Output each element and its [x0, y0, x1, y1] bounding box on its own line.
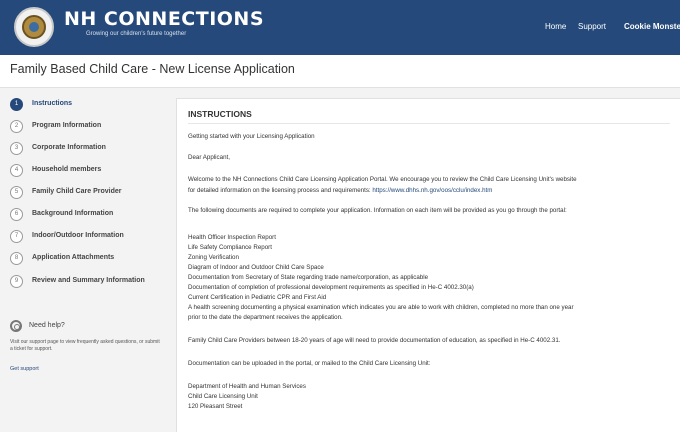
step-number-badge: 4: [10, 164, 23, 177]
panel-heading: INSTRUCTIONS: [188, 109, 252, 119]
documents-intro-text: The following documents are required to …: [188, 207, 567, 214]
nav-home-link[interactable]: Home: [545, 22, 566, 31]
providers-note-text: Family Child Care Providers between 18-2…: [188, 337, 561, 344]
address-line: Child Care Licensing Unit: [188, 393, 258, 400]
step-number-badge: 2: [10, 120, 23, 133]
brand-title: NH CONNECTIONS: [64, 8, 265, 30]
user-menu[interactable]: Cookie Monster: [624, 22, 680, 31]
brand-tagline: Growing our children's future together: [86, 31, 187, 37]
step-label: Household members: [32, 166, 102, 173]
step-number-badge: 9: [10, 275, 23, 288]
upload-note-text: Documentation can be uploaded in the por…: [188, 360, 431, 367]
get-support-link[interactable]: Get support: [10, 366, 39, 372]
lifebuoy-icon: [10, 320, 22, 332]
page-title: Family Based Child Care - New License Ap…: [10, 62, 295, 76]
getting-started-text: Getting started with your Licensing Appl…: [188, 133, 315, 140]
document-item: Life Safety Compliance Report: [188, 244, 272, 251]
step-number-badge: 5: [10, 186, 23, 199]
state-seal-logo[interactable]: [14, 7, 54, 47]
step-label: Review and Summary Information: [32, 277, 145, 284]
cclu-website-link[interactable]: https://www.dhhs.nh.gov/oos/cclu/index.h…: [372, 187, 492, 194]
help-text: Visit our support page to view frequentl…: [10, 339, 160, 352]
document-item: Current Certification in Pediatric CPR a…: [188, 294, 327, 301]
document-item: Health Officer Inspection Report: [188, 234, 276, 241]
salutation-text: Dear Applicant,: [188, 154, 230, 161]
step-number-badge: 8: [10, 252, 23, 265]
step-label: Background Information: [32, 210, 114, 217]
instructions-panel: INSTRUCTIONS Getting started with your L…: [176, 98, 680, 432]
step-label: Corporate Information: [32, 144, 106, 151]
brand[interactable]: NH CONNECTIONS Growing our children's fu…: [64, 8, 264, 37]
step-number-badge: 1: [10, 98, 23, 111]
top-header: NH CONNECTIONS Growing our children's fu…: [0, 0, 680, 55]
divider: [188, 123, 670, 124]
step-label: Program Information: [32, 122, 102, 129]
step-number-badge: 6: [10, 208, 23, 221]
step-label: Family Child Care Provider: [32, 188, 122, 195]
step-label: Application Attachments: [32, 254, 115, 261]
document-item: Diagram of Indoor and Outdoor Child Care…: [188, 264, 324, 271]
step-label: Indoor/Outdoor Information: [32, 232, 124, 239]
step-label: Instructions: [32, 100, 73, 107]
welcome-text-line2: for detailed information on the licensin…: [188, 187, 493, 194]
document-item: A health screening documenting a physica…: [188, 304, 574, 311]
welcome-text-line1: Welcome to the NH Connections Child Care…: [188, 176, 577, 183]
document-item: Documentation from Secretary of State re…: [188, 274, 429, 281]
step-number-badge: 7: [10, 230, 23, 243]
document-item: prior to the date the department receive…: [188, 314, 343, 321]
step-number-badge: 3: [10, 142, 23, 155]
document-item: Documentation of completion of professio…: [188, 284, 474, 291]
address-line: Department of Health and Human Services: [188, 383, 306, 390]
seal-emblem: [22, 15, 46, 39]
address-line: 120 Pleasant Street: [188, 403, 243, 410]
help-title: Need help?: [29, 322, 65, 329]
nav-support-link[interactable]: Support: [578, 22, 606, 31]
document-item: Zoning Verification: [188, 254, 239, 261]
